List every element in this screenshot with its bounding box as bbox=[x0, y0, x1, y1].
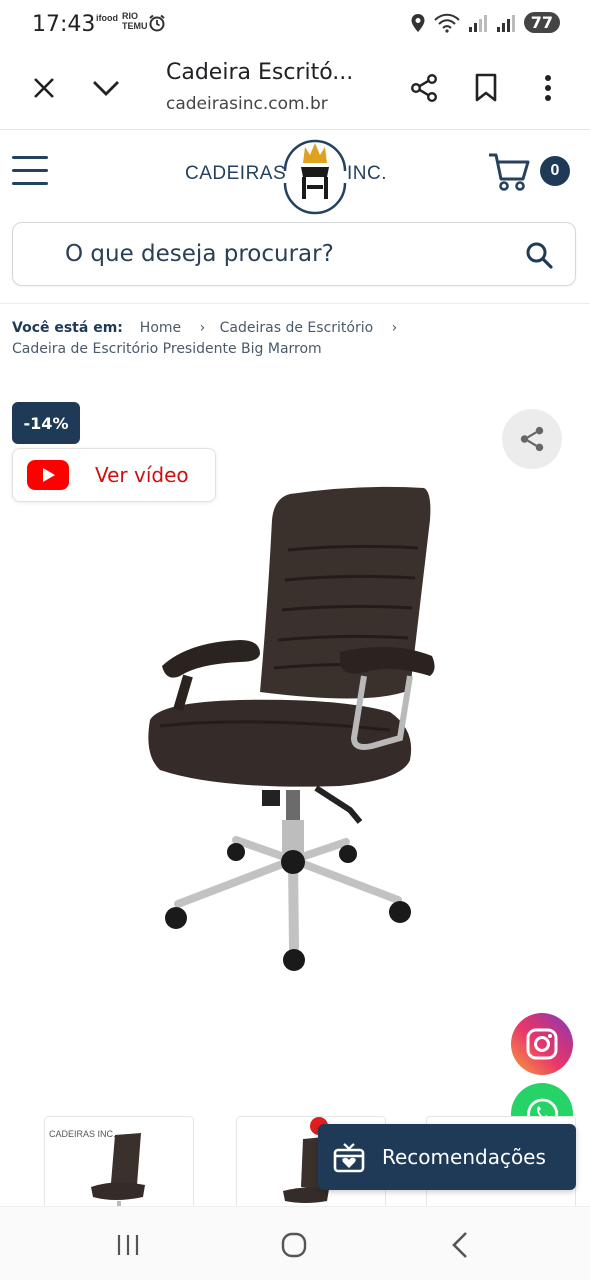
status-time: 17:43 bbox=[32, 12, 96, 37]
breadcrumb-category-link[interactable]: Cadeiras de Escritório bbox=[220, 320, 374, 336]
search-input[interactable] bbox=[65, 223, 505, 285]
discount-badge: -14% bbox=[12, 402, 80, 444]
home-icon bbox=[281, 1232, 307, 1258]
share-icon bbox=[411, 74, 438, 103]
ifood-notification-icon: ifood bbox=[96, 13, 118, 23]
search-icon bbox=[526, 242, 553, 269]
thumbnail-1[interactable]: CADEIRAS INC. bbox=[44, 1116, 194, 1207]
site-header: CADEIRAS INC. 0 bbox=[0, 130, 590, 220]
logo-text-inc: INC. bbox=[347, 163, 387, 184]
page-title: Cadeira Escritó... bbox=[166, 60, 354, 85]
system-nav-bar bbox=[0, 1206, 590, 1280]
temu-notification-icon: TEMU bbox=[122, 21, 148, 31]
home-button[interactable] bbox=[272, 1225, 316, 1265]
back-button[interactable] bbox=[438, 1225, 482, 1265]
bookmark-icon bbox=[475, 73, 497, 102]
logo-text-cadeiras: CADEIRAS bbox=[185, 163, 287, 184]
cart-count-badge[interactable]: 0 bbox=[540, 156, 570, 186]
recommendations-button[interactable]: Recomendações bbox=[318, 1124, 576, 1190]
share-product-button[interactable] bbox=[502, 409, 562, 469]
close-tab-button[interactable] bbox=[22, 66, 66, 110]
more-options-button[interactable] bbox=[526, 66, 570, 110]
instagram-button[interactable] bbox=[511, 1013, 573, 1075]
page-url[interactable]: cadeirasinc.com.br bbox=[166, 94, 328, 114]
signal-1-icon bbox=[468, 14, 487, 32]
share-icon bbox=[520, 426, 544, 452]
product-image-office-chair[interactable] bbox=[140, 480, 450, 980]
recent-apps-icon bbox=[117, 1235, 139, 1255]
browser-toolbar: Cadeira Escritó... cadeirasinc.com.br bbox=[0, 50, 590, 130]
gift-heart-icon bbox=[333, 1143, 365, 1173]
more-vert-icon bbox=[545, 75, 551, 101]
site-logo[interactable]: CADEIRAS INC. bbox=[185, 133, 395, 217]
rio-notification-icon: RIO bbox=[122, 11, 139, 21]
chevron-right-icon: › bbox=[199, 320, 206, 336]
crown-chair-logo-icon bbox=[283, 139, 347, 215]
back-icon bbox=[452, 1232, 467, 1258]
minimize-tab-button[interactable] bbox=[84, 66, 128, 110]
breadcrumb-current-page: Cadeira de Escritório Presidente Big Mar… bbox=[12, 341, 322, 357]
share-page-button[interactable] bbox=[402, 66, 446, 110]
battery-indicator: 77 bbox=[523, 12, 560, 33]
status-right-group: 77 bbox=[410, 12, 560, 33]
recent-apps-button[interactable] bbox=[106, 1225, 150, 1265]
hamburger-menu-icon[interactable] bbox=[12, 154, 48, 188]
wifi-icon bbox=[434, 13, 460, 33]
search-button[interactable] bbox=[519, 235, 559, 275]
recommendations-label: Recomendações bbox=[382, 1145, 546, 1169]
breadcrumb: Você está em: Home › Cadeiras de Escritó… bbox=[12, 318, 578, 360]
header-divider bbox=[0, 303, 590, 304]
search-bar bbox=[12, 222, 576, 286]
chevron-down-icon bbox=[93, 81, 119, 96]
chevron-right-icon: › bbox=[391, 320, 398, 336]
alarm-icon bbox=[149, 14, 165, 32]
signal-2-icon bbox=[496, 14, 515, 32]
location-icon bbox=[411, 13, 425, 32]
chair-thumbnail-image bbox=[91, 1133, 145, 1207]
close-icon bbox=[34, 78, 54, 98]
breadcrumb-home-link[interactable]: Home bbox=[140, 320, 181, 336]
bookmark-button[interactable] bbox=[464, 66, 508, 110]
status-bar: 17:43 ifood RIO TEMU 77 bbox=[0, 0, 590, 50]
shopping-cart-icon[interactable] bbox=[488, 152, 530, 192]
youtube-play-icon bbox=[27, 460, 69, 490]
instagram-icon bbox=[526, 1028, 558, 1060]
breadcrumb-label: Você está em: bbox=[12, 320, 123, 336]
